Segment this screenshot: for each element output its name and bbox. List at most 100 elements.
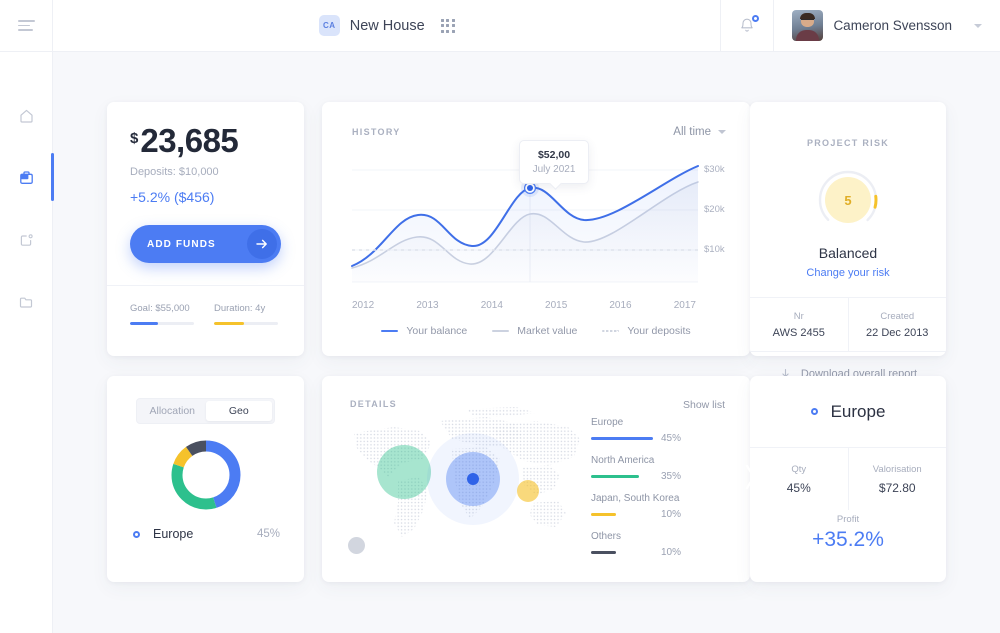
bar-value: 10% [661,509,681,520]
dot-ring-icon [133,531,140,538]
menu-toggle-area[interactable] [0,0,53,52]
europe-meta: Qty 45% Valorisation $72.80 [750,448,946,510]
user-name: Cameron Svensson [833,18,952,33]
tab-geo[interactable]: Geo [206,401,273,421]
x-tick: 2015 [545,300,567,311]
avatar [792,10,823,41]
europe-profit-value: +35.2% [750,528,946,552]
x-tick: 2017 [674,300,696,311]
bell-icon [740,18,754,34]
risk-created: Created 22 Dec 2013 [849,298,947,351]
folder-icon [18,294,35,310]
legend-item-market: Market value [492,325,577,337]
notifications-button[interactable] [720,0,774,52]
balance-card: $ 23,685 Deposits: $10,000 +5.2% ($456) … [107,102,304,356]
history-header: HISTORY All time [322,102,750,138]
chart-legend: Your balance Market value Your deposits [322,325,750,337]
bar-row: 10% [591,509,711,520]
next-slide-button[interactable] [744,462,758,497]
allocation-legend-pct: 45% [257,528,280,540]
duration-label: Duration: 4y [214,303,278,314]
time-range-dropdown[interactable]: All time [673,126,726,138]
time-range-label: All time [673,126,711,138]
allocation-legend-name: Europe [153,527,193,541]
bar-label: North America [591,455,711,466]
bar-track [591,513,653,516]
legend-swatch [492,330,509,332]
legend-label: Your deposits [627,325,690,337]
sidebar-item-projects[interactable] [0,162,53,193]
allocation-legend: Europe 45% [107,513,304,541]
chevron-down-icon [718,130,726,134]
details-body: Europe 45% North America 35% J [322,411,750,569]
duration-track [214,322,278,325]
europe-valorisation: Valorisation $72.80 [849,448,947,510]
europe-val-key: Valorisation [873,464,922,475]
risk-nr: Nr AWS 2455 [750,298,849,351]
allocation-legend-left: Europe [133,527,193,541]
duration-progress: Duration: 4y [214,303,278,325]
briefcase-icon [18,170,35,186]
europe-header: Europe [750,376,946,448]
risk-title: PROJECT RISK [807,138,889,148]
grid-apps-icon[interactable] [441,19,455,33]
bar-fill [591,475,639,478]
balance-main: $ 23,685 Deposits: $10,000 +5.2% ($456) … [107,102,304,263]
progress-row: Goal: $55,000 Duration: 4y [107,286,304,325]
europe-val-value: $72.80 [879,481,916,495]
risk-nr-value: AWS 2455 [773,327,825,339]
x-tick: 2012 [352,300,374,311]
bar-track [591,475,653,478]
add-funds-button[interactable]: ADD FUNDS [130,225,281,263]
balance-amount: 23,685 [140,124,238,157]
details-bars: Europe 45% North America 35% J [591,417,711,569]
bar-value: 35% [661,471,681,482]
duration-fill [214,322,244,325]
notification-dot [752,15,759,22]
goal-fill [130,322,158,325]
show-list-button[interactable]: Show list [683,399,725,411]
chevron-down-icon[interactable] [974,24,982,28]
bar-fill [591,513,616,516]
legend-swatch [381,330,398,332]
details-card: DETAILS Show list [322,376,750,582]
change-risk-link[interactable]: Change your risk [750,267,946,279]
legend-item-deposits: Your deposits [602,325,690,337]
x-axis-labels: 2012 2013 2014 2015 2016 2017 [322,294,750,311]
bar-track [591,437,653,440]
risk-created-key: Created [880,311,914,322]
history-card: HISTORY All time [322,102,750,356]
bar-label: Europe [591,417,711,428]
x-tick: 2016 [609,300,631,311]
user-menu[interactable]: Cameron Svensson [774,10,1000,41]
world-map [336,403,591,553]
chart-tooltip: $52,00 July 2021 [519,140,589,184]
project-risk-card: PROJECT RISK 5 Balanced Change your risk… [750,102,946,356]
sidebar-item-files[interactable] [0,286,53,317]
home-icon [18,108,35,124]
x-tick: 2013 [416,300,438,311]
top-bar: CA New House Cameron Svensson [0,0,1000,52]
tab-allocation[interactable]: Allocation [139,401,206,421]
donut-chart [107,437,304,513]
europe-profit: Profit +35.2% [750,514,946,552]
europe-profit-key: Profit [750,514,946,525]
tooltip-value: $52,00 [538,149,570,161]
europe-qty-key: Qty [791,464,806,475]
legend-label: Market value [517,325,577,337]
hamburger-icon[interactable] [18,20,35,31]
balance-amount-row: $ 23,685 [130,124,281,157]
bar-track [591,551,653,554]
sidebar-item-home[interactable] [0,100,53,131]
risk-nr-key: Nr [794,311,804,322]
sidebar-item-tasks[interactable] [0,224,53,255]
y-tick-20k: $20k [704,204,725,215]
chevron-right-icon [744,462,758,492]
project-switcher[interactable]: CA New House [53,15,720,36]
dot-ring-icon [811,408,818,415]
currency-symbol: $ [130,130,138,147]
goal-track [130,322,194,325]
bar-value: 45% [661,433,681,444]
project-badge: CA [319,15,340,36]
risk-gauge: 5 [817,169,879,231]
